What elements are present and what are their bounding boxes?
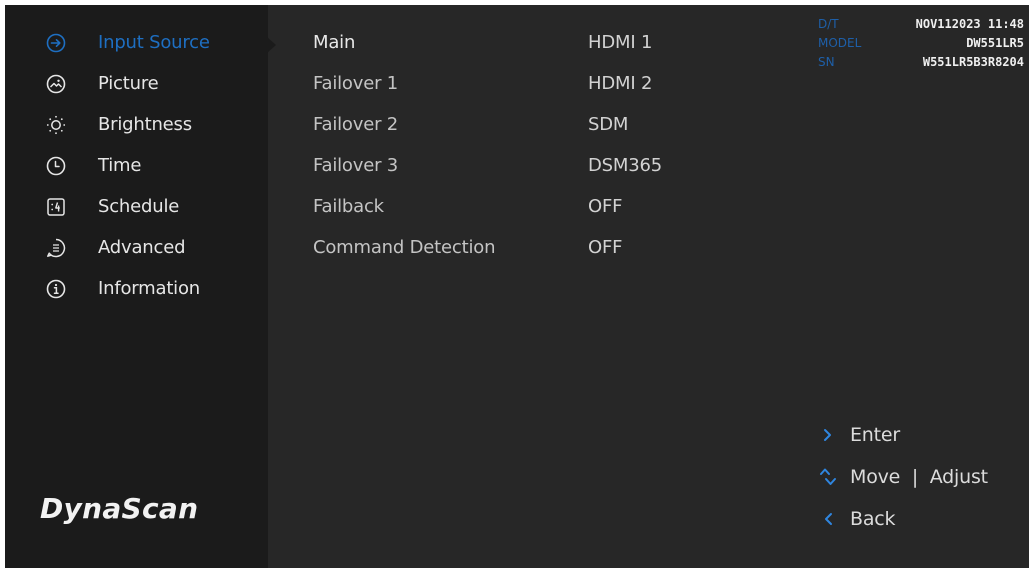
sidebar-item-label: Advanced: [98, 237, 186, 258]
sidebar-item-label: Information: [98, 278, 200, 299]
sidebar-item-label: Time: [98, 155, 142, 176]
setting-label: Failover 1: [313, 73, 399, 94]
schedule-icon: [46, 197, 66, 217]
setting-row-failover-2[interactable]: Failover 2 SDM: [268, 105, 708, 145]
hint-back-label: Back: [850, 508, 896, 530]
info-value: DW551LR5: [966, 36, 1024, 50]
chevron-right-icon: [817, 424, 839, 446]
device-info-serial: SN W551LR5B3R8204: [818, 55, 1024, 74]
device-info-datetime: D/T NOV112023 11:48: [818, 17, 1024, 36]
hint-move-adjust-label: Move | Adjust: [850, 466, 988, 488]
setting-value: SDM: [588, 114, 629, 135]
sidebar: Input Source Picture Brightness Time Sch: [5, 5, 268, 568]
sidebar-item-brightness[interactable]: Brightness: [5, 107, 268, 143]
sidebar-item-label: Input Source: [98, 32, 210, 53]
advanced-icon: [46, 238, 66, 258]
sidebar-item-input-source[interactable]: Input Source: [5, 25, 268, 61]
info-icon: [46, 279, 66, 299]
sidebar-item-label: Brightness: [98, 114, 192, 135]
chevron-left-icon: [817, 508, 839, 530]
setting-value: OFF: [588, 237, 623, 258]
setting-row-failover-1[interactable]: Failover 1 HDMI 2: [268, 64, 708, 104]
setting-value: OFF: [588, 196, 623, 217]
info-key: MODEL: [818, 36, 862, 50]
sidebar-item-label: Picture: [98, 73, 159, 94]
setting-row-failover-3[interactable]: Failover 3 DSM365: [268, 146, 708, 186]
sidebar-item-picture[interactable]: Picture: [5, 66, 268, 102]
brightness-icon: [46, 115, 66, 135]
setting-row-main[interactable]: Main HDMI 1: [268, 23, 708, 63]
sidebar-item-advanced[interactable]: Advanced: [5, 230, 268, 266]
sidebar-item-time[interactable]: Time: [5, 148, 268, 184]
device-info-model: MODEL DW551LR5: [818, 36, 1024, 55]
sidebar-item-information[interactable]: Information: [5, 271, 268, 307]
osd-screen: Input Source Picture Brightness Time Sch: [5, 5, 1029, 568]
device-info: D/T NOV112023 11:48 MODEL DW551LR5 SN W5…: [818, 17, 1024, 74]
setting-value: DSM365: [588, 155, 662, 176]
picture-icon: [46, 74, 66, 94]
setting-value: HDMI 2: [588, 73, 653, 94]
info-key: SN: [818, 55, 835, 69]
info-key: D/T: [818, 17, 839, 31]
setting-row-failback[interactable]: Failback OFF: [268, 187, 708, 227]
setting-label: Failover 3: [313, 155, 399, 176]
setting-label: Failback: [313, 196, 384, 217]
setting-row-command-detection[interactable]: Command Detection OFF: [268, 228, 708, 268]
sidebar-item-label: Schedule: [98, 196, 180, 217]
setting-label: Failover 2: [313, 114, 399, 135]
setting-label: Main: [313, 32, 356, 53]
info-value: NOV112023 11:48: [915, 17, 1024, 31]
info-value: W551LR5B3R8204: [922, 55, 1024, 69]
clock-icon: [46, 156, 66, 176]
hint-move-adjust: Move | Adjust: [817, 463, 1017, 493]
hint-back: Back: [817, 505, 1017, 535]
input-source-icon: [46, 33, 66, 53]
brand-logo: DynaScan: [40, 492, 199, 525]
setting-value: HDMI 1: [588, 32, 653, 53]
up-down-chevron-icon: [817, 466, 839, 488]
hint-enter: Enter: [817, 421, 1017, 451]
sidebar-item-schedule[interactable]: Schedule: [5, 189, 268, 225]
setting-label: Command Detection: [313, 237, 496, 258]
hint-enter-label: Enter: [850, 424, 900, 446]
